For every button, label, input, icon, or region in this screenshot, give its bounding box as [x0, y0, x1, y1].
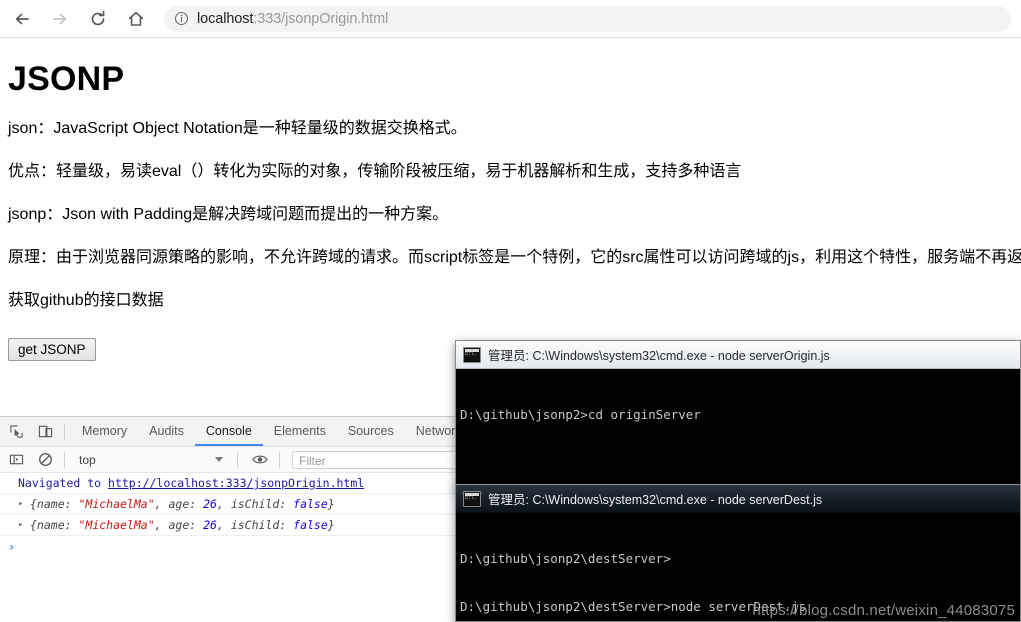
- site-info-icon[interactable]: [174, 11, 189, 26]
- console-filter-input[interactable]: Filter: [292, 450, 467, 469]
- disclosure-triangle-icon[interactable]: ▸: [18, 515, 23, 535]
- obj-mid-1: , age:: [154, 497, 204, 511]
- obj-ischild-value-1: false: [293, 497, 328, 511]
- cmd-console-origin-server[interactable]: D:\github\jsonp2>cd originServer D:\gith…: [456, 369, 1020, 489]
- forward-button[interactable]: [44, 3, 76, 35]
- toggle-device-toolbar-button[interactable]: [32, 419, 58, 445]
- obj-age-value-1: 26: [203, 497, 217, 511]
- filterbar-divider-3: [279, 451, 280, 468]
- tab-elements[interactable]: Elements: [263, 417, 337, 446]
- paragraph-json-definition: json：JavaScript Object Notation是一种轻量级的数据…: [8, 120, 467, 137]
- obj-mid-2: , age:: [154, 518, 204, 532]
- paragraph-github-api: 获取github的接口数据: [8, 292, 164, 309]
- tab-memory[interactable]: Memory: [71, 417, 138, 446]
- cmd-line: D:\github\jsonp2\destServer>: [460, 551, 671, 566]
- console-sidebar-button[interactable]: [3, 447, 29, 473]
- execution-context-label: top: [79, 452, 96, 467]
- page-title: JSONP: [8, 60, 125, 98]
- obj-name-value-1: "MichaelMa": [78, 497, 155, 511]
- address-bar-text: localhost:333/jsonpOrigin.html: [197, 11, 388, 27]
- obj-close-2: }: [327, 518, 335, 532]
- home-button[interactable]: [120, 3, 152, 35]
- home-icon: [128, 11, 144, 26]
- cmd-titlebar-origin-server[interactable]: 管理员: C:\Windows\system32\cmd.exe - node …: [456, 341, 1020, 369]
- tab-sources[interactable]: Sources: [337, 417, 405, 446]
- inspect-element-icon: [9, 425, 23, 438]
- cmd-titlebar-dest-server[interactable]: 管理员: C:\Windows\system32\cmd.exe - node …: [456, 485, 1020, 513]
- obj-close-1: }: [327, 497, 335, 511]
- eye-icon: [252, 455, 268, 464]
- live-expression-button[interactable]: [247, 447, 273, 473]
- execution-context-selector[interactable]: top: [71, 453, 231, 467]
- paragraph-advantages: 优点：轻量级，易读eval（）转化为实际的对象，传输阶段被压缩，易于机器解析和生…: [8, 163, 742, 180]
- paragraph-principle: 原理：由于浏览器同源策略的影响，不允许跨域的请求。而script标签是一个特例，…: [8, 249, 1021, 266]
- obj-mid2-2: , isChild:: [216, 518, 294, 532]
- address-bar[interactable]: localhost:333/jsonpOrigin.html: [164, 5, 1011, 32]
- back-arrow-icon: [15, 13, 29, 24]
- filterbar-divider-1: [64, 451, 65, 468]
- toggle-device-toolbar-icon: [38, 425, 52, 438]
- navigated-prefix: Navigated to: [18, 476, 109, 490]
- browser-toolbar: localhost:333/jsonpOrigin.html: [0, 0, 1021, 38]
- clear-console-button[interactable]: [32, 447, 58, 473]
- toolbar-divider: [64, 423, 65, 440]
- navigated-url-link[interactable]: http://localhost:333/jsonpOrigin.html: [108, 476, 364, 490]
- reload-button[interactable]: [82, 3, 114, 35]
- cmd-title-text-1: 管理员: C:\Windows\system32\cmd.exe - node …: [488, 349, 830, 363]
- screenshot-root: localhost:333/jsonpOrigin.html JSONP jso…: [0, 0, 1021, 622]
- obj-name-value-2: "MichaelMa": [78, 518, 155, 532]
- tab-console[interactable]: Console: [194, 417, 263, 446]
- obj-ischild-value-2: false: [293, 518, 328, 532]
- obj-mid2-1: , isChild:: [216, 497, 294, 511]
- cmd-window-origin-server[interactable]: 管理员: C:\Windows\system32\cmd.exe - node …: [455, 340, 1021, 490]
- filterbar-divider-2: [237, 451, 238, 468]
- url-path: :333/jsonpOrigin.html: [253, 10, 389, 27]
- get-jsonp-button[interactable]: get JSONP: [8, 338, 96, 361]
- paragraph-jsonp-definition: jsonp：Json with Padding是解决跨域问题而提出的一种方案。: [8, 206, 449, 223]
- cmd-window-frame-1: 管理员: C:\Windows\system32\cmd.exe - node …: [455, 340, 1021, 490]
- inspect-element-button[interactable]: [3, 419, 29, 445]
- url-host: localhost: [197, 10, 254, 27]
- reload-icon: [91, 10, 105, 25]
- tab-audits[interactable]: Audits: [138, 417, 195, 446]
- cmd-title-text-2: 管理员: C:\Windows\system32\cmd.exe - node …: [488, 493, 823, 507]
- cmd-app-icon: [463, 490, 481, 507]
- obj-age-value-2: 26: [203, 518, 217, 532]
- show-console-sidebar-icon: [9, 454, 23, 465]
- disclosure-triangle-icon[interactable]: ▸: [18, 494, 23, 514]
- chevron-down-icon: [215, 457, 223, 462]
- forward-arrow-icon: [53, 13, 67, 24]
- cmd-line: [460, 455, 1020, 471]
- back-button[interactable]: [6, 3, 38, 35]
- clear-console-icon: [38, 453, 52, 466]
- obj-open-1: {name:: [30, 497, 79, 511]
- csdn-watermark: https://blog.csdn.net/weixin_44083075: [752, 602, 1015, 619]
- obj-open-2: {name:: [30, 518, 79, 532]
- cmd-app-icon: [463, 346, 481, 363]
- cmd-line: D:\github\jsonp2>cd originServer: [460, 407, 701, 422]
